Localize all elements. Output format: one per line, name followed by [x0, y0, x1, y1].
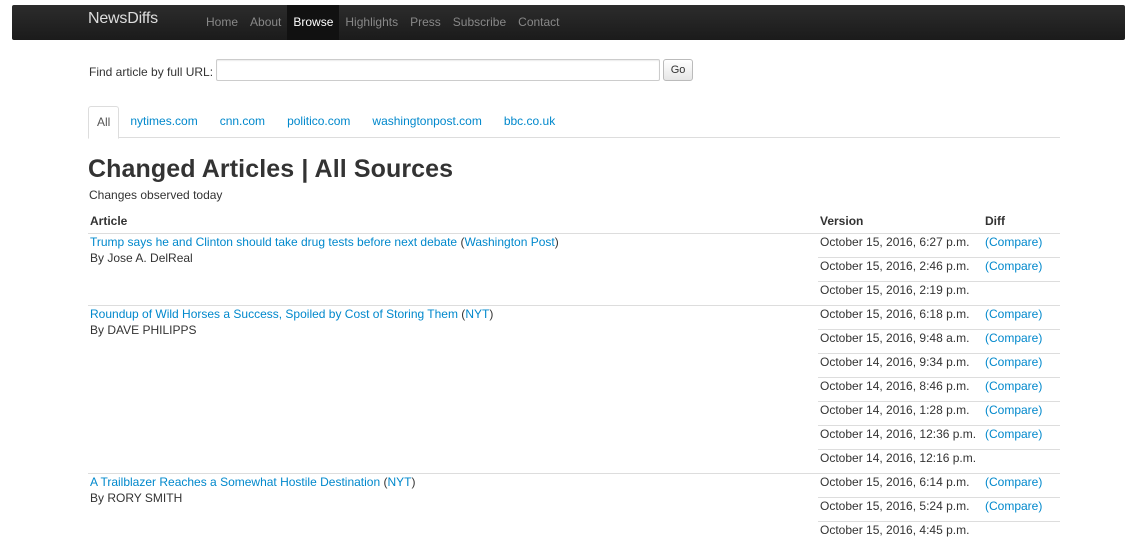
version-date: October 15, 2016, 9:48 a.m. — [818, 330, 983, 354]
article-byline: By Jose A. DelReal — [90, 251, 193, 265]
compare-link[interactable]: (Compare) — [985, 403, 1042, 417]
article-cell: A Trailblazer Reaches a Somewhat Hostile… — [88, 474, 818, 545]
article-title-link[interactable]: Roundup of Wild Horses a Success, Spoile… — [90, 307, 458, 321]
version-date: October 15, 2016, 2:46 p.m. — [818, 258, 983, 282]
version-date: October 14, 2016, 12:16 p.m. — [818, 450, 983, 474]
diff-cell: (Compare) — [983, 330, 1060, 354]
table-row: A Trailblazer Reaches a Somewhat Hostile… — [88, 474, 1060, 498]
page-title: Changed Articles | All Sources — [88, 155, 453, 184]
compare-link[interactable]: (Compare) — [985, 331, 1042, 345]
article-source-link[interactable]: NYT — [388, 475, 412, 489]
tab-cnn[interactable]: cnn.com — [209, 106, 276, 136]
diff-cell: (Compare) — [983, 258, 1060, 282]
compare-link[interactable]: (Compare) — [985, 379, 1042, 393]
compare-link[interactable]: (Compare) — [985, 307, 1042, 321]
compare-link[interactable]: (Compare) — [985, 427, 1042, 441]
changed-articles-table: Article Version Diff Trump says he and C… — [88, 209, 1060, 545]
article-title-link[interactable]: Trump says he and Clinton should take dr… — [90, 235, 457, 249]
version-date: October 15, 2016, 6:18 p.m. — [818, 306, 983, 330]
column-header-version: Version — [818, 209, 983, 234]
source-tabs: All nytimes.com cnn.com politico.com was… — [88, 106, 1060, 138]
table-row: Roundup of Wild Horses a Success, Spoile… — [88, 306, 1060, 330]
version-date: October 15, 2016, 4:45 p.m. — [818, 522, 983, 545]
version-date: October 14, 2016, 12:36 p.m. — [818, 426, 983, 450]
table-header-row: Article Version Diff — [88, 209, 1060, 234]
tab-nytimes[interactable]: nytimes.com — [119, 106, 208, 136]
version-date: October 14, 2016, 8:46 p.m. — [818, 378, 983, 402]
nav-link-press[interactable]: Press — [404, 5, 447, 40]
column-header-diff: Diff — [983, 209, 1060, 234]
diff-cell: (Compare) — [983, 378, 1060, 402]
diff-cell: (Compare) — [983, 474, 1060, 498]
url-search-input[interactable] — [216, 59, 660, 81]
url-search-form: Find article by full URL: Go — [89, 59, 693, 81]
brand-logo[interactable]: NewsDiffs — [88, 10, 158, 28]
diff-cell: (Compare) — [983, 426, 1060, 450]
compare-link[interactable]: (Compare) — [985, 355, 1042, 369]
nav-link-browse[interactable]: Browse — [287, 5, 339, 40]
diff-cell — [983, 282, 1060, 306]
nav-links: Home About Browse Highlights Press Subsc… — [200, 5, 566, 40]
nav-link-about[interactable]: About — [244, 5, 287, 40]
tab-politico[interactable]: politico.com — [276, 106, 361, 136]
article-cell: Trump says he and Clinton should take dr… — [88, 234, 818, 306]
article-cell: Roundup of Wild Horses a Success, Spoile… — [88, 306, 818, 474]
nav-link-highlights[interactable]: Highlights — [339, 5, 404, 40]
diff-cell: (Compare) — [983, 402, 1060, 426]
diff-cell: (Compare) — [983, 306, 1060, 330]
version-date: October 15, 2016, 5:24 p.m. — [818, 498, 983, 522]
nav-link-subscribe[interactable]: Subscribe — [447, 5, 512, 40]
diff-cell: (Compare) — [983, 234, 1060, 258]
compare-link[interactable]: (Compare) — [985, 235, 1042, 249]
compare-link[interactable]: (Compare) — [985, 259, 1042, 273]
table-row: Trump says he and Clinton should take dr… — [88, 234, 1060, 258]
tab-bbc[interactable]: bbc.co.uk — [493, 106, 566, 136]
nav-link-contact[interactable]: Contact — [512, 5, 565, 40]
article-byline: By DAVE PHILIPPS — [90, 323, 196, 337]
table-body: Trump says he and Clinton should take dr… — [88, 234, 1060, 545]
version-date: October 15, 2016, 6:27 p.m. — [818, 234, 983, 258]
search-label: Find article by full URL: — [89, 65, 213, 79]
article-source-link[interactable]: NYT — [465, 307, 489, 321]
version-date: October 14, 2016, 9:34 p.m. — [818, 354, 983, 378]
compare-link[interactable]: (Compare) — [985, 475, 1042, 489]
diff-cell: (Compare) — [983, 498, 1060, 522]
column-header-article: Article — [88, 209, 818, 234]
compare-link[interactable]: (Compare) — [985, 499, 1042, 513]
diff-cell — [983, 450, 1060, 474]
version-date: October 15, 2016, 6:14 p.m. — [818, 474, 983, 498]
article-byline: By RORY SMITH — [90, 491, 182, 505]
tab-all[interactable]: All — [88, 106, 119, 139]
page-subtitle: Changes observed today — [89, 188, 222, 202]
go-button[interactable]: Go — [663, 59, 693, 81]
article-title-link[interactable]: A Trailblazer Reaches a Somewhat Hostile… — [90, 475, 380, 489]
diff-cell — [983, 522, 1060, 545]
tab-washingtonpost[interactable]: washingtonpost.com — [361, 106, 492, 136]
article-source-link[interactable]: Washington Post — [464, 235, 554, 249]
version-date: October 14, 2016, 1:28 p.m. — [818, 402, 983, 426]
diff-cell: (Compare) — [983, 354, 1060, 378]
version-date: October 15, 2016, 2:19 p.m. — [818, 282, 983, 306]
top-navbar: NewsDiffs Home About Browse Highlights P… — [12, 5, 1125, 40]
nav-link-home[interactable]: Home — [200, 5, 244, 40]
